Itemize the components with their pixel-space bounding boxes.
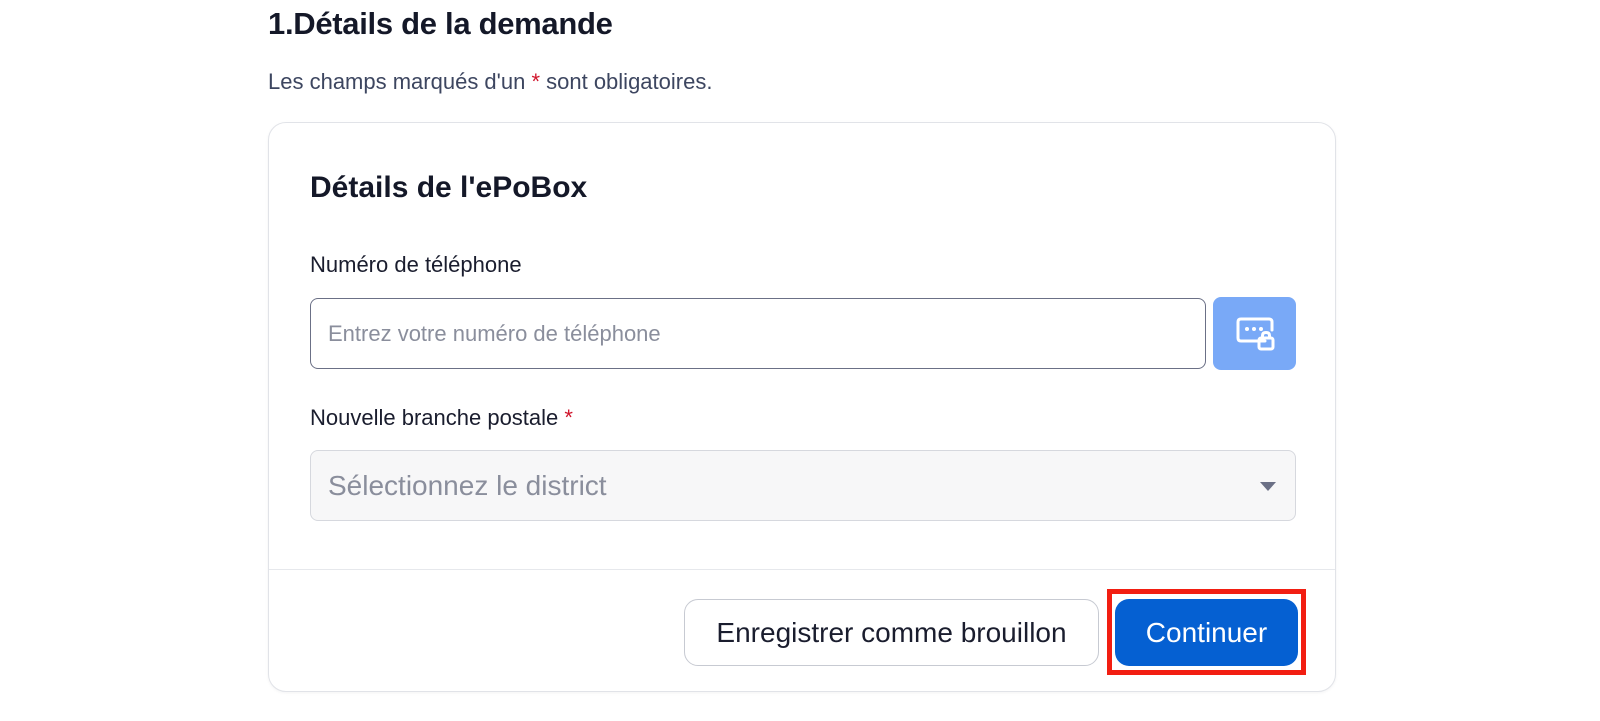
required-note-text-end: sont obligatoires.	[540, 69, 713, 94]
district-select-placeholder: Sélectionnez le district	[328, 470, 607, 501]
required-fields-note: Les champs marqués d'un * sont obligatoi…	[268, 69, 712, 95]
save-draft-button[interactable]: Enregistrer comme brouillon	[684, 599, 1099, 666]
required-note-text: Les champs marqués d'un	[268, 69, 532, 94]
epobox-details-card: Détails de l'ePoBox Numéro de téléphone …	[268, 122, 1336, 692]
chevron-down-icon	[1260, 482, 1276, 491]
postal-branch-label: Nouvelle branche postale *	[310, 405, 573, 431]
section-title: 1.Détails de la demande	[268, 6, 613, 41]
password-lock-icon	[1236, 317, 1274, 350]
phone-number-label: Numéro de téléphone	[310, 252, 522, 277]
continue-button[interactable]: Continuer	[1115, 599, 1298, 666]
district-select[interactable]: Sélectionnez le district	[310, 450, 1296, 521]
card-footer-divider	[269, 569, 1335, 570]
verify-phone-button[interactable]	[1213, 297, 1296, 370]
phone-number-input[interactable]	[310, 298, 1206, 369]
required-asterisk: *	[564, 405, 573, 430]
card-title: Détails de l'ePoBox	[310, 171, 588, 204]
required-asterisk: *	[531, 69, 541, 94]
request-details-page: 1.Détails de la demande Les champs marqu…	[0, 0, 1600, 721]
postal-branch-label-text: Nouvelle branche postale	[310, 405, 559, 430]
